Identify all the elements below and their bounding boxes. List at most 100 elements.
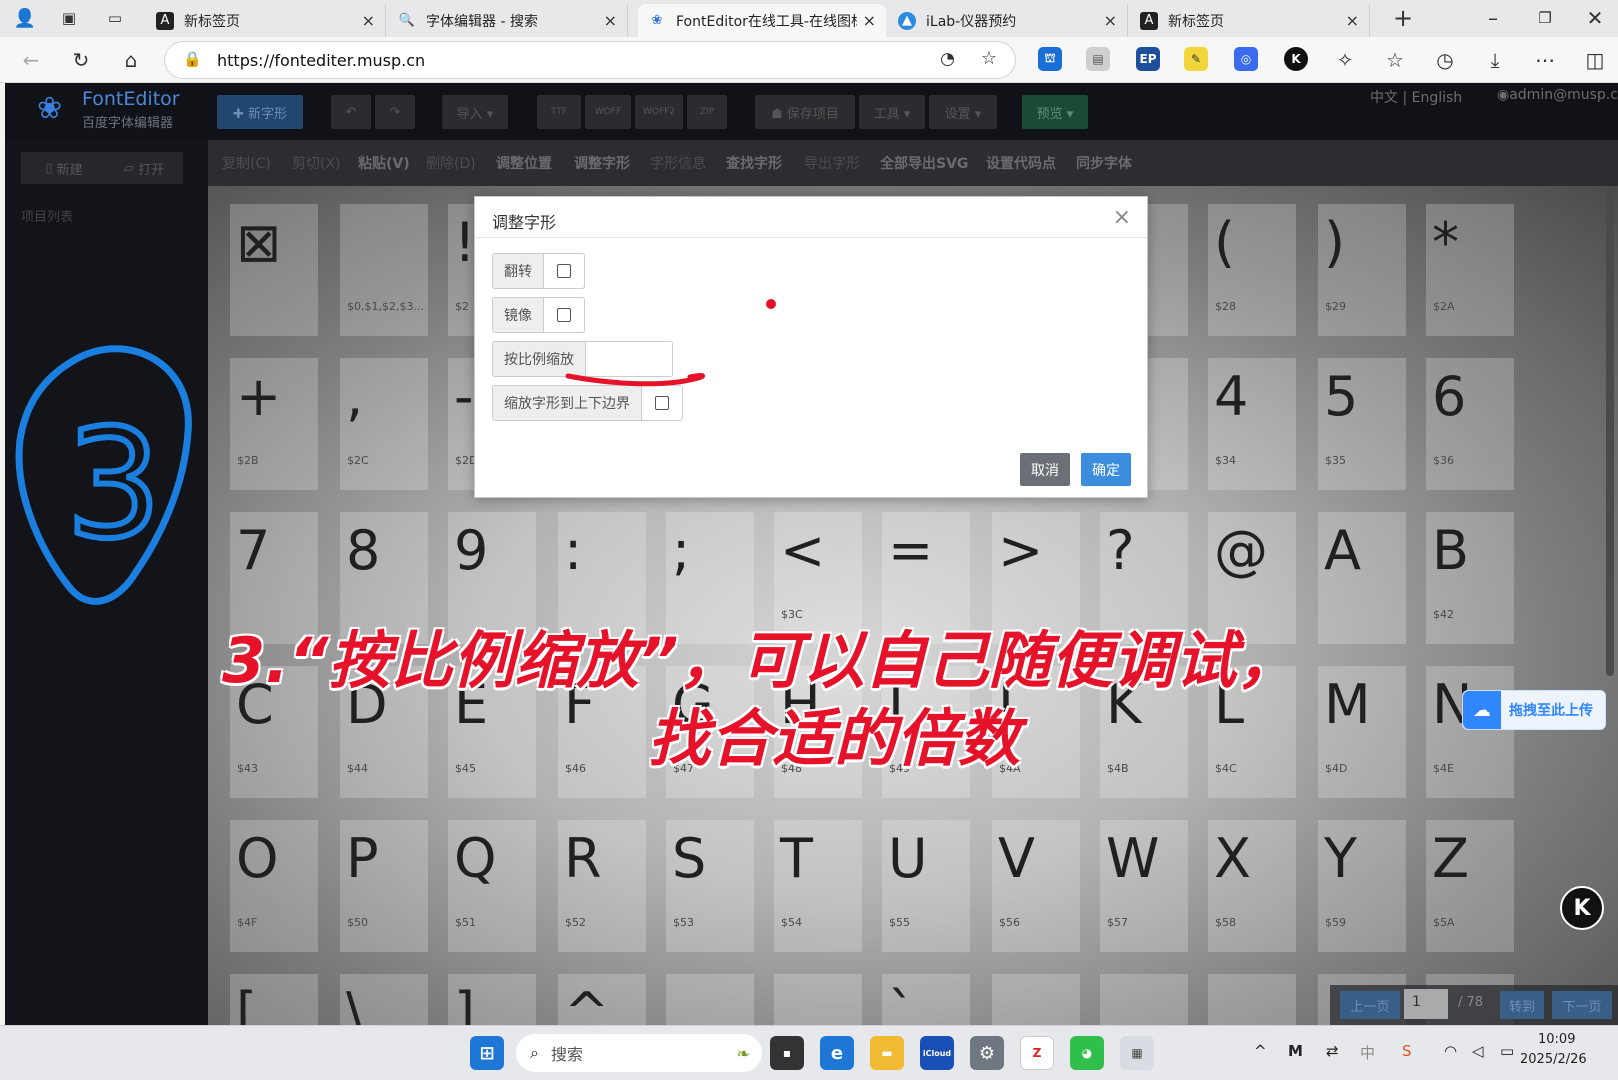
tab-new-tab-2[interactable]: A 新标签页 × (1130, 4, 1370, 37)
glyph-cell[interactable]: ⊠ (230, 204, 318, 336)
export-zip-button[interactable]: ZIP (687, 95, 727, 129)
reading-icon[interactable]: ▤ (1086, 47, 1110, 71)
glyph-cell[interactable]: Z $5A (1426, 820, 1514, 952)
extension-icon[interactable]: EP (1136, 47, 1160, 71)
glyph-cell[interactable]: ) $29 (1318, 204, 1406, 336)
glyph-cell[interactable] (666, 974, 754, 1025)
open-project-button[interactable]: ▱ 打开 (105, 152, 183, 184)
tools-menu-button[interactable]: 工具 ▾ (859, 95, 925, 129)
sidebar-toggle-icon[interactable]: ◫ (1580, 45, 1610, 75)
glyph-cell[interactable]: + $2B (230, 358, 318, 490)
next-page-button[interactable]: 下一页 (1552, 991, 1612, 1019)
tab-search[interactable]: 🔍 字体编辑器 - 搜索 × (388, 4, 628, 37)
settings-menu-button[interactable]: 设置 ▾ (929, 95, 997, 129)
glyph-cell[interactable]: M $4D (1318, 666, 1406, 798)
home-icon[interactable]: ⌂ (116, 45, 146, 75)
glyph-cell[interactable]: Y $59 (1318, 820, 1406, 952)
glyph-cell[interactable]: X $58 (1208, 820, 1296, 952)
glyph-cell[interactable]: A (1318, 512, 1406, 644)
tray-s-icon[interactable]: S (1402, 1042, 1412, 1060)
sync-font-command[interactable]: 同步字体 (1076, 153, 1132, 173)
glyph-cell[interactable]: , $2C (340, 358, 428, 490)
new-project-button[interactable]: ▯ 新建 (21, 152, 107, 184)
glyph-cell[interactable] (1100, 974, 1188, 1025)
user-account-link[interactable]: ◉admin@musp.cn (1497, 87, 1618, 103)
glyph-cell[interactable]: 4 $34 (1208, 358, 1296, 490)
tray-sync-icon[interactable]: ⇄ (1326, 1042, 1339, 1060)
restore-icon[interactable]: ❐ (1530, 3, 1560, 33)
glyph-info-command[interactable]: 字形信息 (650, 153, 706, 173)
goto-page-button[interactable]: 转到 (1500, 991, 1544, 1019)
delete-command[interactable]: 删除(D) (426, 153, 476, 173)
tab-new-tab-1[interactable]: A 新标签页 × (146, 4, 386, 37)
preview-menu-button[interactable]: 预览 ▾ (1022, 95, 1088, 129)
tray-input-icon[interactable]: 中 (1360, 1042, 1375, 1063)
new-glyph-button[interactable]: ✚ 新字形 (217, 95, 303, 129)
favorite-star-icon[interactable]: ☆ (981, 48, 997, 69)
undo-button[interactable]: ↶ (331, 95, 371, 129)
set-codepoint-command[interactable]: 设置代码点 (986, 153, 1056, 173)
adjust-glyph-command[interactable]: 调整字形 (574, 153, 630, 173)
new-tab-button[interactable]: + (1388, 3, 1418, 33)
pen-extension-icon[interactable]: ✎ (1184, 47, 1208, 71)
glyph-cell[interactable]: W $57 (1100, 820, 1188, 952)
tab-ilab[interactable]: ▲ iLab-仪器预约 × (888, 4, 1128, 37)
volume-icon[interactable]: ◁ (1472, 1042, 1484, 1060)
windows-start-icon[interactable]: ⊞ (470, 1036, 504, 1070)
zotero-icon[interactable]: Z (1020, 1036, 1054, 1070)
battery-icon[interactable]: ▭ (1500, 1042, 1514, 1060)
window-close-icon[interactable]: ✕ (1580, 3, 1610, 33)
glyph-cell[interactable]: R $52 (558, 820, 646, 952)
glyph-cell[interactable]: 5 $35 (1318, 358, 1406, 490)
glyph-cell[interactable]: Q $51 (448, 820, 536, 952)
glyph-cell[interactable]: * $2A (1426, 204, 1514, 336)
wechat-icon[interactable]: ◕ (1070, 1036, 1104, 1070)
prev-page-button[interactable]: 上一页 (1340, 991, 1400, 1019)
close-icon[interactable]: × (863, 11, 876, 30)
extension-icon[interactable]: ◎ (1234, 47, 1258, 71)
glyph-cell[interactable] (1208, 974, 1296, 1025)
glyph-cell[interactable]: P $50 (340, 820, 428, 952)
cut-command[interactable]: 剪切(X) (292, 153, 341, 173)
export-ttf-button[interactable]: TTF (537, 95, 581, 129)
tab-fonteditor[interactable]: ❀ FontEditor在线工具-在线图标 × (638, 4, 886, 37)
tab-actions-icon[interactable]: ▭ (100, 3, 130, 33)
taskbar-search[interactable]: ⌕ 搜索 ❧ (516, 1034, 762, 1072)
favorites-icon[interactable]: ☆ (1380, 45, 1410, 75)
glyph-cell[interactable]: B $42 (1426, 512, 1514, 644)
glyph-cell[interactable]: ` (882, 974, 970, 1025)
export-woff2-button[interactable]: WOFF2 (635, 95, 683, 129)
ok-button[interactable]: 确定 (1081, 453, 1131, 486)
minimize-icon[interactable]: – (1478, 3, 1508, 33)
more-menu-icon[interactable]: ⋯ (1530, 45, 1560, 75)
glyph-cell[interactable]: \ (340, 974, 428, 1025)
history-icon[interactable]: ◷ (1430, 45, 1460, 75)
glyph-cell[interactable]: ($28 (1208, 204, 1296, 336)
reload-icon[interactable]: ↻ (66, 45, 96, 75)
wifi-icon[interactable]: ◠ (1444, 1042, 1457, 1060)
export-woff-button[interactable]: WOFF (585, 95, 631, 129)
extension-icon[interactable]: ⛫ (1038, 47, 1062, 71)
glyph-cell[interactable]: ^ (558, 974, 646, 1025)
copy-command[interactable]: 复制(C) (222, 153, 271, 173)
workspaces-icon[interactable]: ▣ (54, 3, 84, 33)
close-icon[interactable]: × (1104, 11, 1117, 30)
glyph-cell[interactable]: [ (230, 974, 318, 1025)
redo-button[interactable]: ↷ (375, 95, 415, 129)
dialog-close-button[interactable]: × (1113, 205, 1131, 230)
downloads-icon[interactable]: ⤓ (1480, 45, 1510, 75)
glyph-cell[interactable] (992, 974, 1080, 1025)
glyph-cell[interactable]: 6 $36 (1426, 358, 1514, 490)
glyph-cell[interactable]: U $55 (882, 820, 970, 952)
page-number-input[interactable]: 1 (1404, 989, 1448, 1019)
icloud-icon[interactable]: iCloud (920, 1036, 954, 1070)
file-explorer-icon[interactable]: ▬ (870, 1036, 904, 1070)
glyph-cell[interactable]: N $4E (1426, 666, 1514, 798)
glyph-cell[interactable]: T $54 (774, 820, 862, 952)
find-glyph-command[interactable]: 查找字形 (726, 153, 782, 173)
import-button[interactable]: 导入 ▾ (442, 95, 508, 129)
glyph-cell[interactable]: V $56 (992, 820, 1080, 952)
k-assistant-badge[interactable]: K (1560, 886, 1604, 930)
close-icon[interactable]: × (362, 11, 375, 30)
export-all-svg-command[interactable]: 全部导出SVG (880, 153, 968, 173)
